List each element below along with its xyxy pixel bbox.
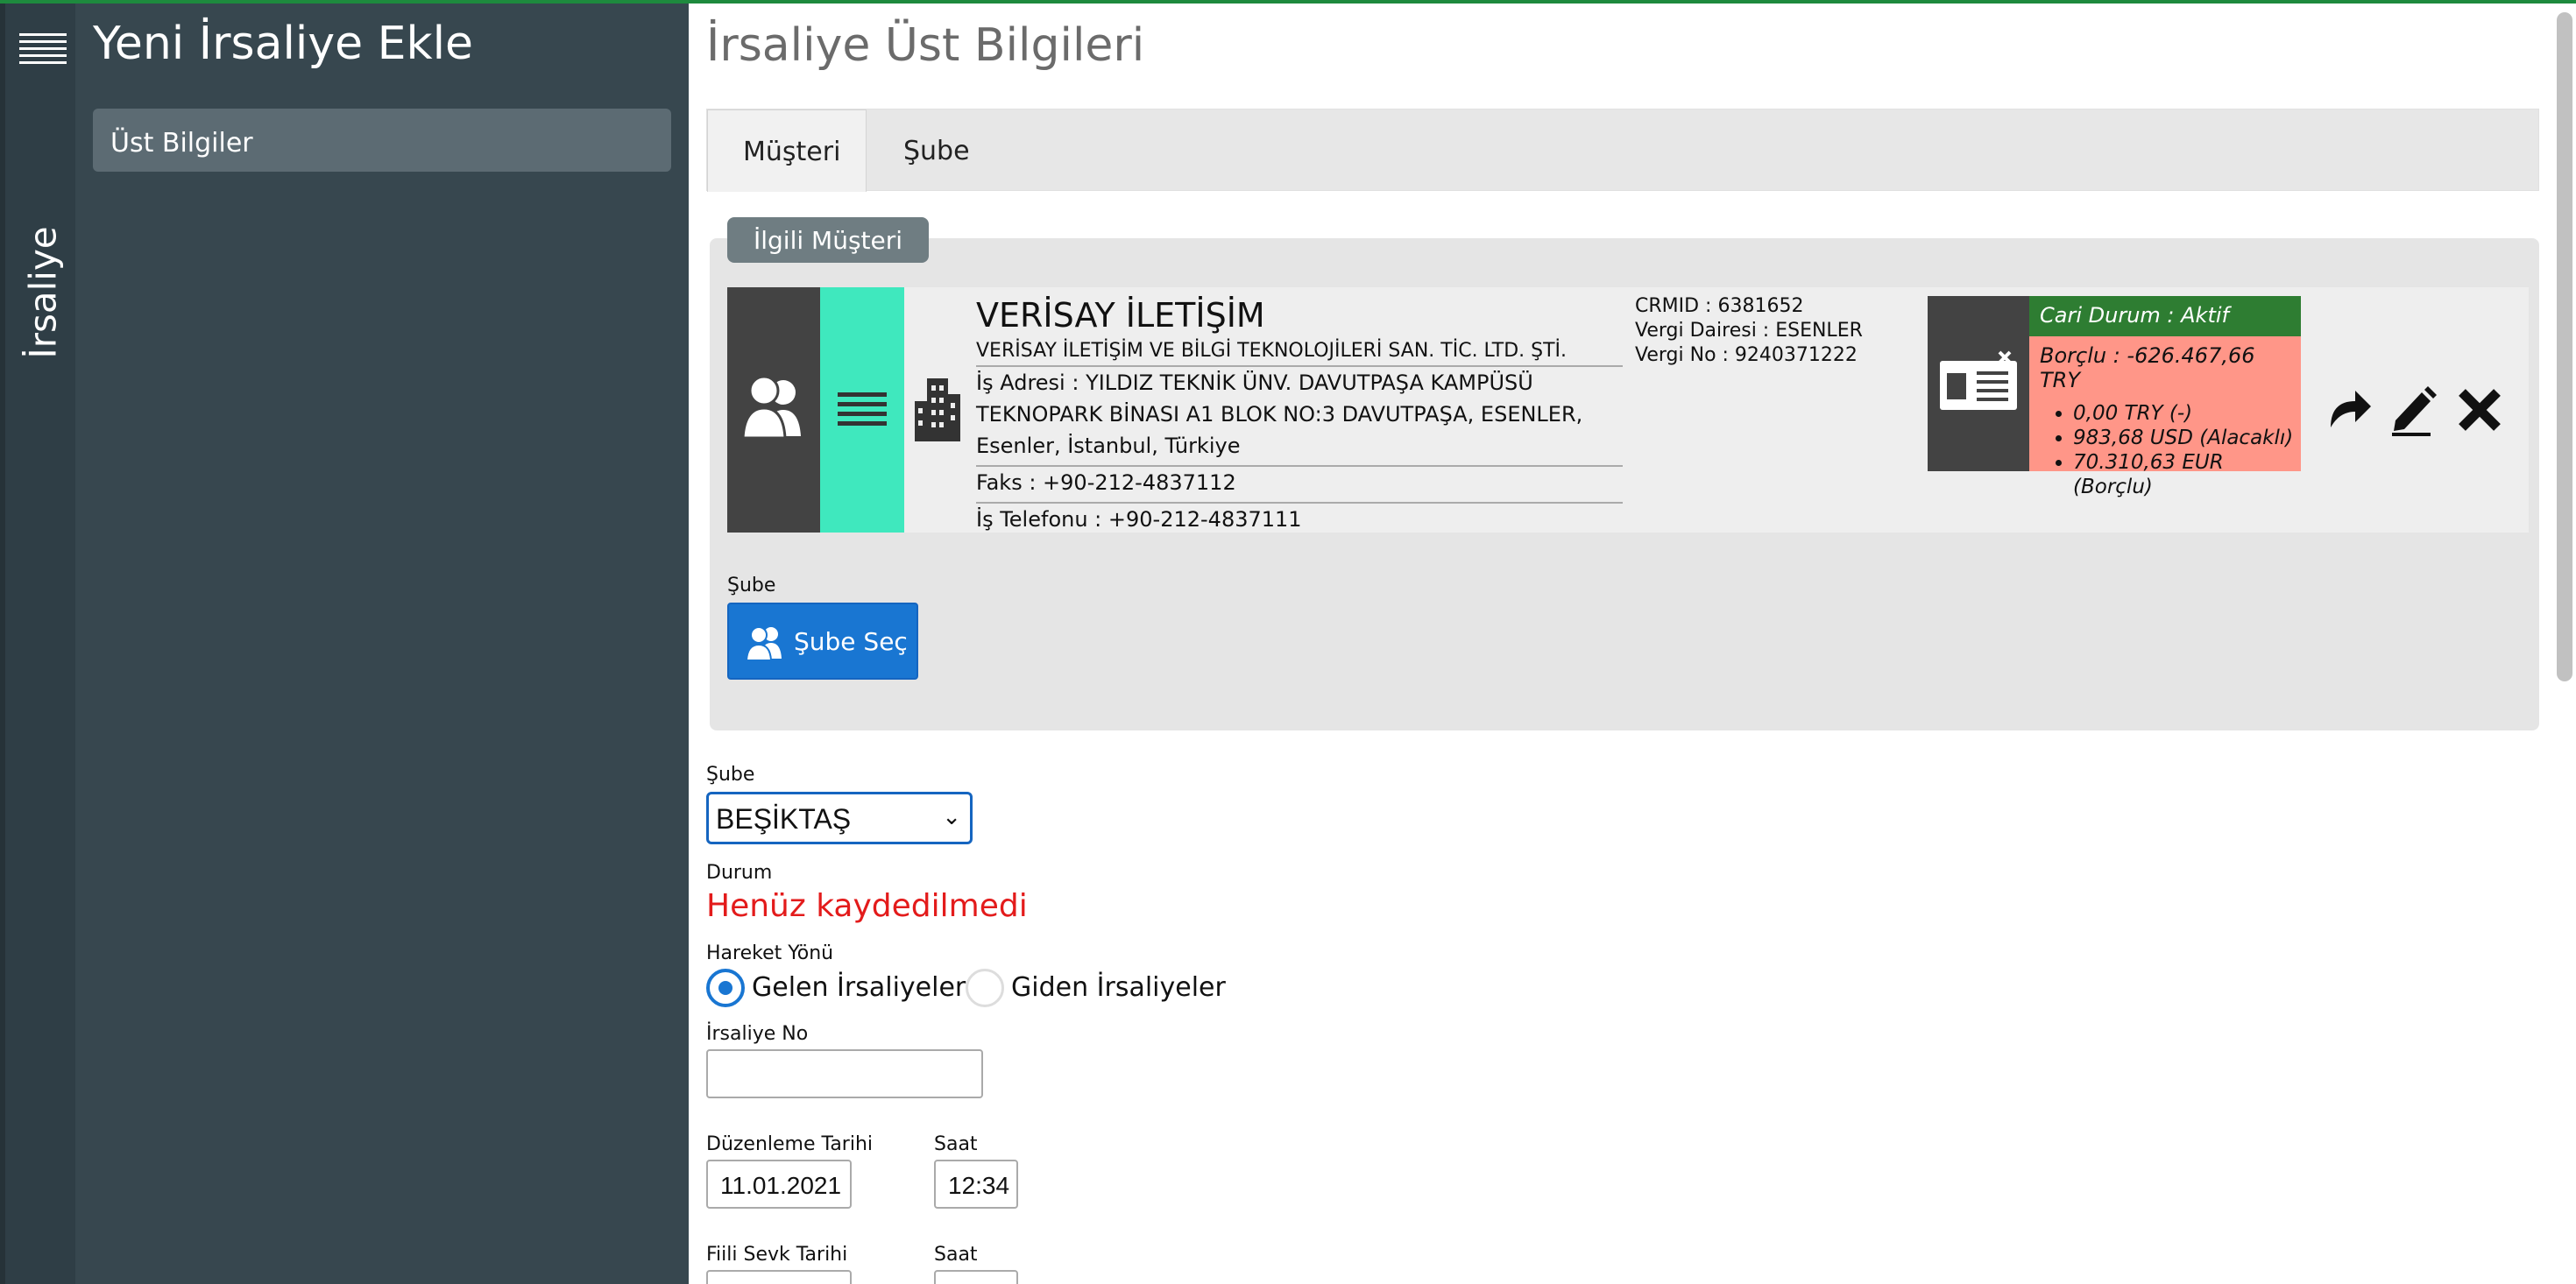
close-icon[interactable]	[2455, 380, 2504, 436]
tab-musteri[interactable]: Müşteri	[707, 109, 867, 192]
saat-value: 12:34	[948, 1172, 1010, 1199]
building-icon	[911, 375, 964, 445]
sube-selected-value: BEŞİKTAŞ	[716, 803, 852, 835]
tax-office: Vergi Dairesi : ESENLER	[1635, 320, 1863, 342]
tab-sube[interactable]: Şube	[868, 109, 1005, 192]
radio-gelen[interactable]	[706, 969, 745, 1007]
sidebar: Yeni İrsaliye Ekle Üst Bilgiler	[75, 4, 689, 1284]
status-text: Henüz kaydedilmedi	[706, 888, 1028, 924]
radio-giden-label[interactable]: Giden İrsaliyeler	[1011, 972, 1226, 1003]
vcard-icon	[1928, 296, 2029, 471]
customer-fax: Faks : +90-212-4837112	[976, 467, 1623, 504]
scrollbar[interactable]	[2557, 12, 2572, 681]
irsaliye-no-label: İrsaliye No	[706, 1023, 809, 1045]
customer-name: VERİSAY İLETİŞİM	[976, 296, 1265, 335]
list-item: 70.310,63 EUR (Borçlu)	[2073, 450, 2301, 499]
saat2-label: Saat	[934, 1244, 978, 1266]
irsaliye-no-input[interactable]	[706, 1049, 983, 1098]
duzenleme-date-input[interactable]: 11.01.2021	[706, 1160, 852, 1209]
customer-card: VERİSAY İLETİŞİM VERİSAY İLETİŞİM VE BİL…	[727, 287, 2529, 533]
account-status-box: Cari Durum : Aktif Borçlu : -626.467,66 …	[2029, 296, 2301, 498]
tax-no: Vergi No : 9240371222	[1635, 344, 1858, 366]
list-item: 983,68 USD (Alacaklı)	[2073, 426, 2301, 450]
users-icon	[727, 287, 820, 533]
edit-pencil-icon[interactable]	[2388, 380, 2438, 436]
sube-select[interactable]: BEŞİKTAŞ ⌄	[706, 792, 973, 844]
durum-label: Durum	[706, 862, 773, 884]
tab-bar: Müşteri Şube	[706, 109, 2539, 192]
sevk-label: Fiili Sevk Tarihi	[706, 1244, 848, 1266]
saat2-input[interactable]	[934, 1270, 1018, 1284]
sidebar-title: Yeni İrsaliye Ekle	[93, 18, 474, 70]
customer-crm-info: CRMID : 6381652 Vergi Dairesi : ESENLER …	[1635, 294, 1863, 368]
account-status: Cari Durum : Aktif	[2029, 296, 2301, 336]
customer-full-name: VERİSAY İLETİŞİM VE BİLGİ TEKNOLOJİLERİ …	[976, 340, 1623, 367]
sidebar-item-ust-bilgiler[interactable]: Üst Bilgiler	[93, 109, 671, 172]
hareket-label: Hareket Yönü	[706, 942, 834, 964]
hamburger-menu-icon[interactable]	[19, 33, 67, 68]
panel-sube-label: Şube	[727, 575, 776, 596]
saat-label: Saat	[934, 1133, 978, 1155]
sube-sec-button[interactable]: Şube Seç	[727, 603, 918, 680]
panel-badge: İlgili Müşteri	[727, 217, 930, 263]
account-currency-list: 0,00 TRY (-) 983,68 USD (Alacaklı) 70.31…	[2029, 401, 2301, 499]
sube-label: Şube	[706, 764, 755, 786]
sube-sec-label: Şube Seç	[794, 627, 908, 656]
rail-label[interactable]: İrsaliye	[14, 222, 72, 363]
customer-phone: İş Telefonu : +90-212-4837111	[976, 507, 1302, 532]
sevk-date-input[interactable]	[706, 1270, 852, 1284]
list-icon	[820, 287, 904, 533]
radio-gelen-label[interactable]: Gelen İrsaliyeler	[752, 972, 966, 1003]
main-content: İrsaliye Üst Bilgileri Müşteri Şube İlgi…	[689, 4, 2576, 1284]
list-item: 0,00 TRY (-)	[2073, 401, 2301, 426]
duzenleme-date-value: 11.01.2021	[720, 1172, 842, 1199]
customer-details: VERİSAY İLETİŞİM VERİSAY İLETİŞİM VE BİL…	[976, 296, 1623, 539]
users-icon	[745, 626, 782, 661]
crmid: CRMID : 6381652	[1635, 295, 1804, 317]
chevron-down-icon: ⌄	[942, 803, 961, 829]
radio-giden[interactable]	[966, 969, 1004, 1007]
left-rail: İrsaliye	[0, 4, 75, 1284]
share-arrow-icon[interactable]	[2325, 380, 2374, 436]
page-title: İrsaliye Üst Bilgileri	[706, 19, 1145, 72]
duzenleme-label: Düzenleme Tarihi	[706, 1133, 874, 1155]
customer-address: İş Adresi : YILDIZ TEKNİK ÜNV. DAVUTPAŞA…	[976, 367, 1623, 467]
account-balance: Borçlu : -626.467,66 TRY	[2040, 343, 2255, 392]
saat-input[interactable]: 12:34	[934, 1160, 1018, 1209]
